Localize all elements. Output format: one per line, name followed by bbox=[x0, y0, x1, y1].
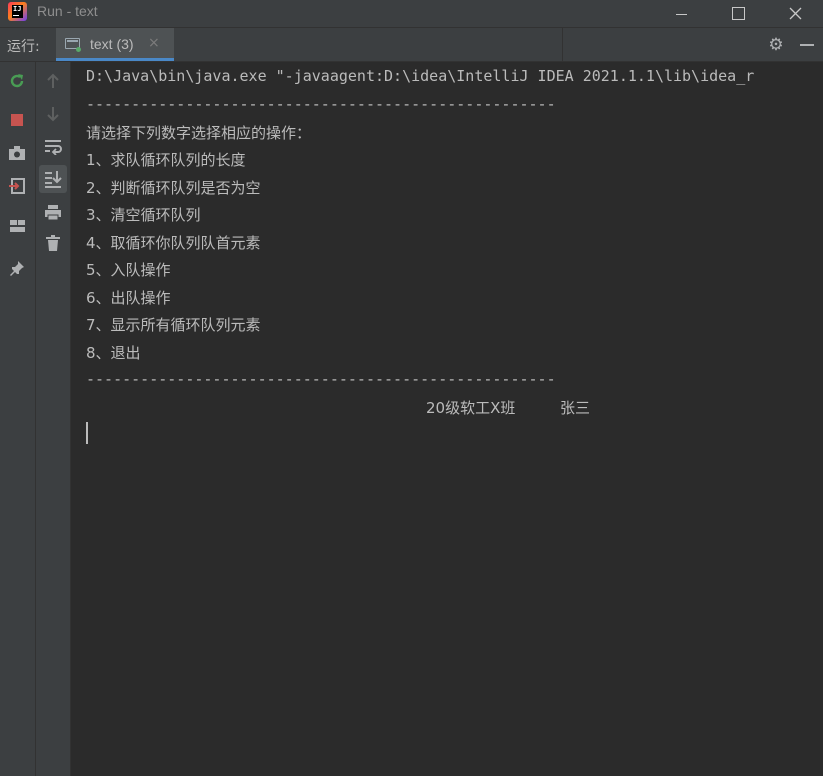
up-arrow-icon[interactable] bbox=[42, 70, 64, 92]
settings-gear-icon[interactable]: ⚙ bbox=[767, 36, 785, 54]
running-indicator-icon bbox=[76, 47, 81, 52]
tab-text-3[interactable]: text (3) × bbox=[56, 28, 174, 61]
menu-item-8: 8、退出 bbox=[86, 344, 141, 362]
close-icon bbox=[789, 7, 801, 20]
run-label: 运行: bbox=[7, 39, 40, 55]
pin-icon[interactable] bbox=[6, 257, 28, 279]
hide-minus-icon[interactable] bbox=[800, 44, 814, 46]
input-caret[interactable] bbox=[86, 422, 88, 444]
menu-item-6: 6、出队操作 bbox=[86, 289, 171, 307]
command-line: D:\Java\bin\java.exe "-javaagent:D:\idea… bbox=[86, 67, 755, 85]
menu-item-2: 2、判断循环队列是否为空 bbox=[86, 179, 261, 197]
menu-item-5: 5、入队操作 bbox=[86, 261, 171, 279]
maximize-button[interactable] bbox=[709, 0, 767, 27]
soft-wrap-icon[interactable] bbox=[42, 136, 64, 158]
stop-icon[interactable] bbox=[6, 109, 28, 131]
tab-label: text (3) bbox=[90, 36, 134, 52]
tab-close-icon[interactable]: × bbox=[148, 35, 160, 51]
header-divider bbox=[562, 28, 563, 61]
prompt-text: 请选择下列数字选择相应的操作： bbox=[86, 124, 312, 142]
down-arrow-icon[interactable] bbox=[42, 103, 64, 125]
minimize-button[interactable] bbox=[652, 0, 710, 27]
console-output[interactable]: D:\Java\bin\java.exe "-javaagent:D:\idea… bbox=[71, 62, 823, 776]
menu-item-1: 1、求队循环队列的长度 bbox=[86, 151, 246, 169]
close-window-button[interactable] bbox=[766, 0, 823, 27]
restore-layout-icon[interactable] bbox=[6, 175, 28, 197]
layout-icon[interactable] bbox=[6, 215, 28, 237]
menu-item-7: 7、显示所有循环队列元素 bbox=[86, 316, 261, 334]
rerun-icon[interactable] bbox=[6, 70, 28, 92]
run-actions-toolbar bbox=[0, 62, 36, 776]
screenshot-camera-icon[interactable] bbox=[6, 142, 28, 164]
minimize-icon bbox=[675, 13, 687, 15]
trash-icon[interactable] bbox=[42, 232, 64, 254]
console-actions-toolbar bbox=[36, 62, 71, 776]
maximize-icon bbox=[731, 7, 745, 20]
intellij-app-icon: IJ bbox=[8, 2, 27, 21]
window-title: Run - text bbox=[37, 3, 98, 19]
menu-item-3: 3、清空循环队列 bbox=[86, 206, 201, 224]
divider-bottom: ----------------------------------------… bbox=[86, 370, 556, 388]
divider-top: ----------------------------------------… bbox=[86, 95, 556, 113]
menu-item-4: 4、取循环你队列队首元素 bbox=[86, 234, 261, 252]
scroll-to-end-icon[interactable] bbox=[42, 168, 64, 190]
print-icon[interactable] bbox=[42, 201, 64, 223]
title-bar: IJ Run - text bbox=[0, 0, 823, 28]
run-tool-window-header: 运行: text (3) × ⚙ bbox=[0, 28, 823, 62]
footer-class: 20级软工X班 bbox=[426, 399, 516, 417]
footer-name: 张三 bbox=[560, 399, 591, 417]
